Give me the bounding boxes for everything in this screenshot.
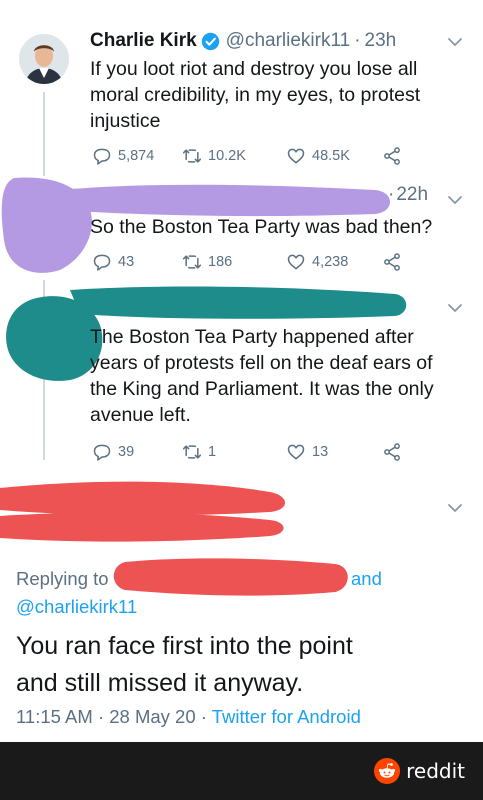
display-name[interactable]: Charlie Kirk [90,30,197,52]
reddit-badge: reddit [374,758,465,784]
share-button[interactable] [382,146,408,166]
tweet-date[interactable]: 28 May 20 [109,706,195,727]
reply-icon [93,254,111,271]
focused-tweet-text: You ran face first into the point and st… [16,628,353,702]
share-icon [384,443,400,461]
tweet-header: Charlie Kirk @charliekirk11 · 23h [90,30,396,52]
handle[interactable]: @charliekirk11 [226,30,351,52]
separator: · [388,184,395,205]
chevron-down-icon[interactable] [447,300,463,316]
like-icon [287,254,305,270]
retweet-count: 186 [208,254,233,270]
tweet-text-line: If you loot riot and destroy you lose al… [90,58,418,80]
like-button[interactable]: 4,238 [286,252,382,272]
tweet-actions: 39 1 13 [92,441,408,463]
tweet-text-line: injustice [90,110,161,132]
retweet-count: 10.2K [208,148,246,164]
tweet-header: · 22h [388,184,428,206]
tweet-text-line: avenue left. [90,404,191,426]
tweet-text-line: moral credibility, in my eyes, to protes… [90,84,421,106]
tweet-reply-2[interactable]: The Boston Tea Party happened after year… [0,280,483,470]
retweet-icon [182,445,202,459]
reply-icon [93,148,111,165]
reply-button[interactable]: 5,874 [92,146,182,166]
replying-to-label: Replying to [16,568,109,589]
like-button[interactable]: 48.5K [286,146,382,166]
reply-count: 5,874 [118,148,155,164]
tweet-reply-1[interactable]: · 22h So the Boston Tea Party was bad th… [0,170,483,280]
reply-count: 43 [118,254,135,270]
share-button[interactable] [382,442,408,462]
replying-handle-row: @charliekirk11 [16,596,137,618]
replying-handle-link[interactable]: @charliekirk11 [16,596,137,617]
tweet-text-line: and still missed it anyway. [16,669,304,697]
separator: · [354,30,361,51]
share-icon [384,147,400,165]
chevron-down-icon[interactable] [447,34,463,50]
tweet-text: The Boston Tea Party happened after year… [90,324,434,428]
retweet-count: 1 [208,444,217,460]
replying-and: and [351,568,382,590]
tweet-source[interactable]: Twitter for Android [212,706,361,727]
reply-icon [93,444,111,461]
share-button[interactable] [382,252,408,272]
verified-icon [201,32,220,51]
like-count: 13 [312,444,329,460]
like-button[interactable]: 13 [286,442,382,462]
reply-count: 39 [118,444,135,460]
retweet-button[interactable]: 10.2K [182,146,286,166]
timestamp[interactable]: 23h [365,30,397,52]
retweet-button[interactable]: 186 [182,252,286,272]
tweet-text: If you loot riot and destroy you lose al… [90,56,420,134]
like-icon [287,148,305,164]
replying-and-text[interactable]: and [351,568,382,589]
meta-dot: · [200,706,207,727]
reply-button[interactable]: 43 [92,252,182,272]
timestamp[interactable]: 22h [396,184,428,206]
tweet-text-line: the King and Parliament. It was the only [90,378,434,400]
retweet-icon [182,255,202,269]
retweet-button[interactable]: 1 [182,442,286,462]
reddit-wordmark: reddit [406,759,465,783]
tweet-meta: 11:15 AM · 28 May 20 · Twitter for Andro… [16,706,361,728]
tweet-text-line: years of protests fell on the deaf ears … [90,352,433,374]
like-count: 4,238 [312,254,349,270]
chevron-down-icon[interactable] [447,192,463,208]
like-icon [287,444,305,460]
tweet-text-line: The Boston Tea Party happened after [90,326,414,348]
reddit-snoo-icon [374,758,401,784]
tweet-actions: 43 186 4,238 [92,251,408,273]
reddit-watermark-bar: reddit [0,742,483,800]
tweet-time[interactable]: 11:15 AM [16,706,93,727]
meta-dot: · [97,706,105,727]
tweet-charlie-kirk[interactable]: Charlie Kirk @charliekirk11 · 23h If you… [0,0,483,180]
tweet-text: So the Boston Tea Party was bad then? [90,216,433,238]
tweet-text-line: You ran face first into the point [16,632,353,660]
chevron-down-icon[interactable] [447,500,463,516]
retweet-icon [182,149,202,163]
tweet-actions: 5,874 10.2K 48.5K [92,145,408,167]
like-count: 48.5K [312,148,350,164]
avatar[interactable] [19,34,69,84]
share-icon [384,253,400,271]
reply-button[interactable]: 39 [92,442,182,462]
